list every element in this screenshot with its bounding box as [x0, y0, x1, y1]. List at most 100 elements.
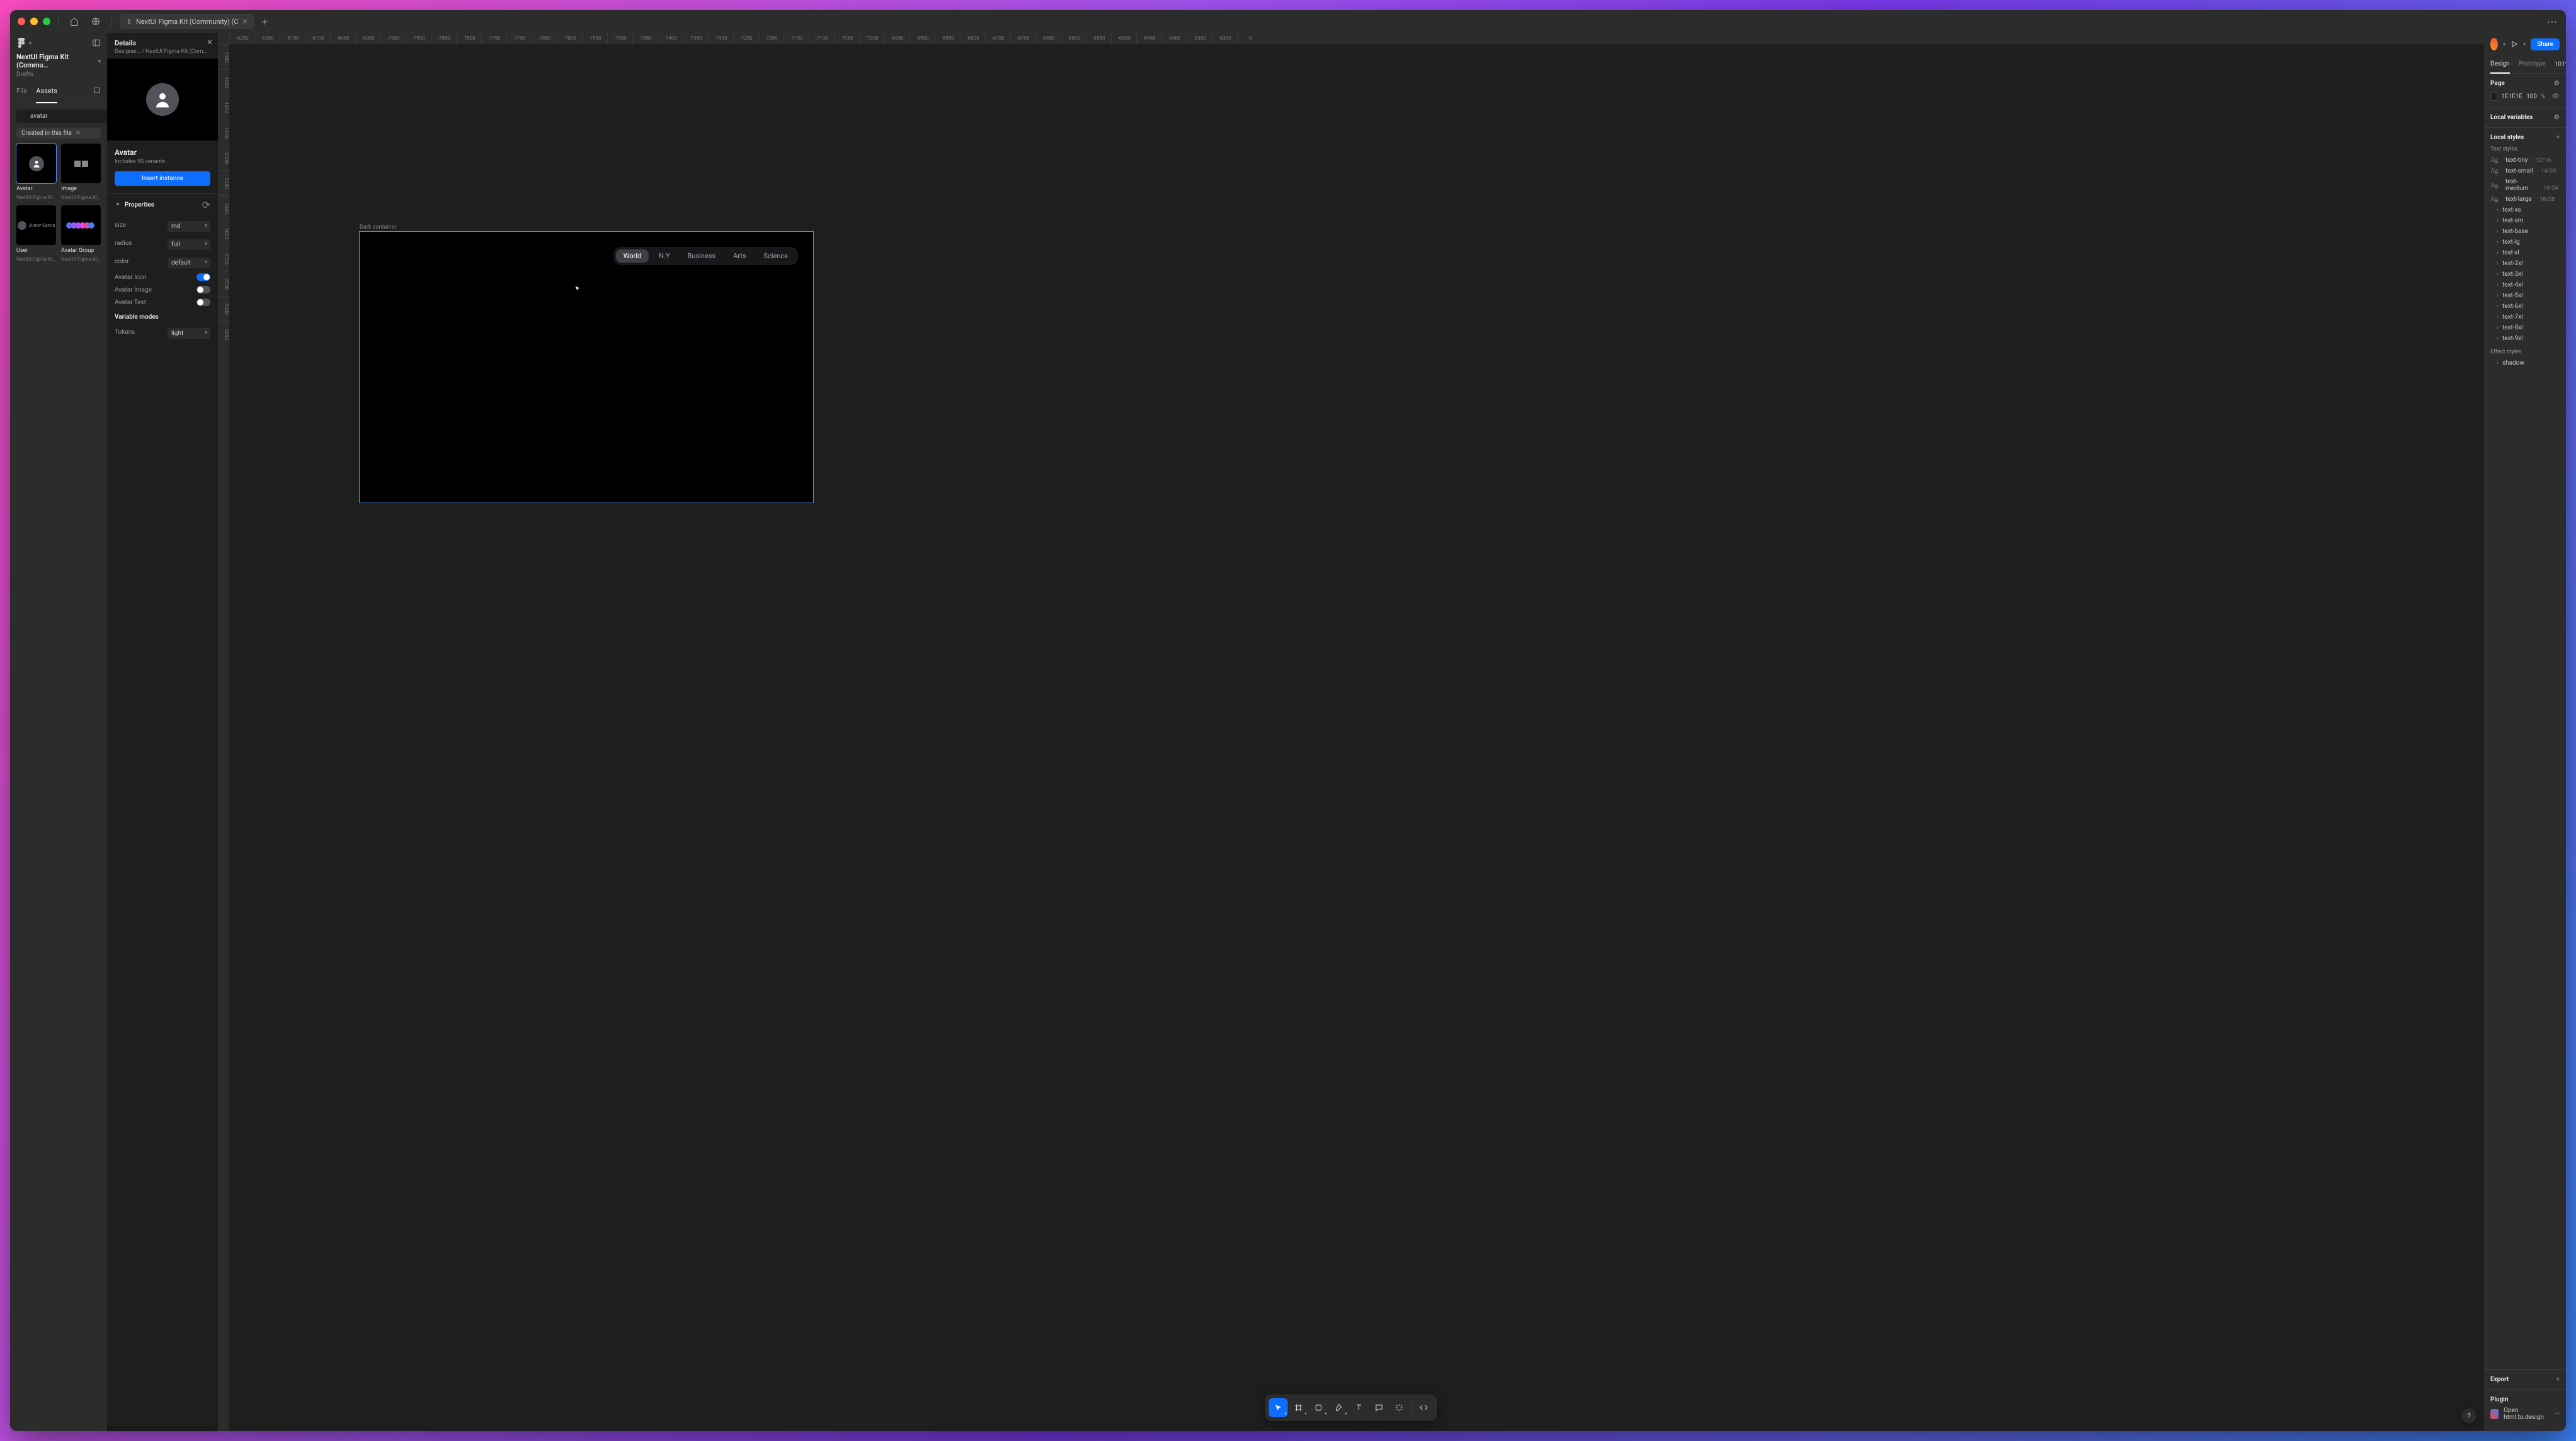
- zoom-level[interactable]: 101%▾: [2555, 55, 2566, 73]
- text-tool[interactable]: [1350, 1398, 1369, 1417]
- text-style-item[interactable]: Agtext-medium · 16/24: [2490, 176, 2560, 194]
- color-swatch[interactable]: [2490, 92, 2497, 101]
- style-folder[interactable]: text-2xl: [2490, 258, 2560, 269]
- style-folder[interactable]: text-xs: [2490, 205, 2560, 215]
- asset-item[interactable]: Avatar NextUI Figma Ki…: [16, 144, 56, 200]
- radius-select[interactable]: full: [168, 239, 210, 250]
- variant-icon: [115, 202, 121, 208]
- style-folder[interactable]: text-base: [2490, 226, 2560, 237]
- file-tab[interactable]: NextUI Figma Kit (Community) (C ✕: [120, 14, 254, 29]
- add-icon[interactable]: +: [2556, 134, 2560, 141]
- comment-tool[interactable]: [1370, 1398, 1389, 1417]
- style-folder[interactable]: text-9xl: [2490, 333, 2560, 344]
- tab-item[interactable]: Science: [756, 249, 795, 263]
- add-icon[interactable]: +: [2556, 1376, 2560, 1383]
- style-folder[interactable]: text-lg: [2490, 237, 2560, 248]
- frame-tool[interactable]: ▾: [1289, 1398, 1308, 1417]
- plugin-item[interactable]: Open html.to.design —: [2490, 1403, 2560, 1425]
- text-style-item[interactable]: Agtext-tiny · 12/16: [2490, 155, 2560, 166]
- close-tab-icon[interactable]: ✕: [242, 18, 248, 26]
- style-folder[interactable]: text-8xl: [2490, 322, 2560, 333]
- style-folder[interactable]: text-3xl: [2490, 269, 2560, 280]
- text-style-item[interactable]: Agtext-small · 14/20: [2490, 166, 2560, 176]
- filter-chip[interactable]: Created in this file✕: [16, 128, 101, 139]
- color-select[interactable]: default: [168, 258, 210, 268]
- plugin-header: Plugin: [2490, 1396, 2508, 1403]
- style-folder[interactable]: shadow: [2490, 358, 2560, 368]
- user-avatar[interactable]: [2490, 38, 2498, 50]
- tab-file[interactable]: File: [16, 87, 27, 99]
- chevron-down-icon[interactable]: ▾: [2523, 42, 2526, 47]
- remove-plugin-icon[interactable]: —: [2555, 1411, 2560, 1418]
- tab-item[interactable]: Business: [680, 249, 724, 263]
- left-panel: ▾ NextUI Figma Kit (Commu… ▾ Drafts File…: [10, 33, 107, 1431]
- canvas[interactable]: -6250-6200-6150-6100-6050-6000-7950-7900…: [218, 33, 2484, 1431]
- library-icon[interactable]: [93, 87, 101, 99]
- chevron-down-icon[interactable]: ▾: [2503, 42, 2505, 47]
- export-header: Export: [2490, 1376, 2509, 1383]
- local-variables-header: Local variables: [2490, 114, 2533, 121]
- dev-mode-tool[interactable]: [1415, 1398, 1433, 1417]
- globe-icon[interactable]: [88, 13, 104, 30]
- home-icon[interactable]: [66, 13, 83, 30]
- tab-title: NextUI Figma Kit (Community) (C: [136, 18, 238, 26]
- style-folder[interactable]: text-4xl: [2490, 280, 2560, 290]
- sidebar-toggle-icon[interactable]: [92, 38, 101, 47]
- tab-item[interactable]: Arts: [726, 249, 753, 263]
- avatar-icon-toggle[interactable]: [197, 273, 210, 281]
- visibility-icon[interactable]: 👁: [2551, 93, 2560, 100]
- style-folder[interactable]: text-xl: [2490, 248, 2560, 258]
- asset-item[interactable]: Junior Garcia User NextUI Figma Ki…: [16, 205, 56, 262]
- text-style-item[interactable]: Agtext-large · 18/28: [2490, 194, 2560, 205]
- tab-item[interactable]: N.Y: [651, 249, 677, 263]
- new-tab-button[interactable]: +: [262, 16, 268, 28]
- tab-design[interactable]: Design: [2490, 55, 2510, 74]
- text-styles-subheader: Text styles: [2490, 146, 2560, 152]
- move-tool[interactable]: ▾: [1269, 1398, 1288, 1417]
- prop-label: radius: [115, 240, 132, 247]
- tab-item[interactable]: World: [616, 249, 649, 263]
- chevron-down-icon[interactable]: ▾: [29, 40, 31, 46]
- minimize-window[interactable]: [30, 18, 38, 25]
- present-icon[interactable]: [2510, 40, 2518, 48]
- share-button[interactable]: Share: [2531, 38, 2560, 50]
- frame-label[interactable]: Dark container: [360, 224, 396, 231]
- figma-menu-icon[interactable]: [16, 38, 26, 48]
- tokens-select[interactable]: light: [168, 328, 210, 339]
- avatar-image-toggle[interactable]: [197, 286, 210, 293]
- pen-tool[interactable]: ▾: [1330, 1398, 1348, 1417]
- prop-label: Avatar Image: [115, 287, 152, 293]
- settings-icon[interactable]: ⚙: [2554, 80, 2560, 87]
- style-folder[interactable]: text-5xl: [2490, 290, 2560, 301]
- close-window[interactable]: [18, 18, 25, 25]
- opacity-value[interactable]: 100: [2526, 93, 2537, 100]
- avatar-text-toggle[interactable]: [197, 299, 210, 306]
- help-button[interactable]: ?: [2461, 1408, 2476, 1423]
- asset-item[interactable]: Image NextUI Figma Ki…: [61, 144, 101, 200]
- style-folder[interactable]: text-7xl: [2490, 312, 2560, 322]
- style-folder[interactable]: text-sm: [2490, 215, 2560, 226]
- maximize-window[interactable]: [43, 18, 50, 25]
- refresh-icon[interactable]: ⟳: [202, 199, 210, 211]
- component-preview: [107, 59, 218, 140]
- local-styles-header: Local styles: [2490, 134, 2524, 141]
- details-breadcrumb: Designer… / NextUI Figma Kit (Community)…: [115, 48, 210, 55]
- shape-tool[interactable]: ▾: [1309, 1398, 1328, 1417]
- project-title[interactable]: NextUI Figma Kit (Commu… ▾: [16, 53, 101, 69]
- size-select[interactable]: md: [168, 221, 210, 232]
- tab-prototype[interactable]: Prototype: [2519, 55, 2546, 73]
- style-folder[interactable]: text-6xl: [2490, 301, 2560, 312]
- insert-instance-button[interactable]: Insert instance: [115, 171, 210, 186]
- project-location[interactable]: Drafts: [16, 71, 101, 78]
- page-color-value[interactable]: 1E1E1E: [2501, 93, 2522, 100]
- prop-label: Avatar Icon: [115, 274, 146, 281]
- window-more-icon[interactable]: ⋯: [2547, 16, 2558, 28]
- tab-assets[interactable]: Assets: [36, 87, 57, 103]
- settings-icon[interactable]: ⚙: [2554, 114, 2560, 121]
- close-details-icon[interactable]: ✕: [207, 38, 213, 47]
- actions-tool[interactable]: [1390, 1398, 1409, 1417]
- prop-label: color: [115, 258, 128, 265]
- asset-item[interactable]: Avatar Group NextUI Figma Ki…: [61, 205, 101, 262]
- dark-container-frame[interactable]: World N.Y Business Arts Science: [360, 232, 813, 503]
- remove-chip-icon[interactable]: ✕: [76, 130, 81, 137]
